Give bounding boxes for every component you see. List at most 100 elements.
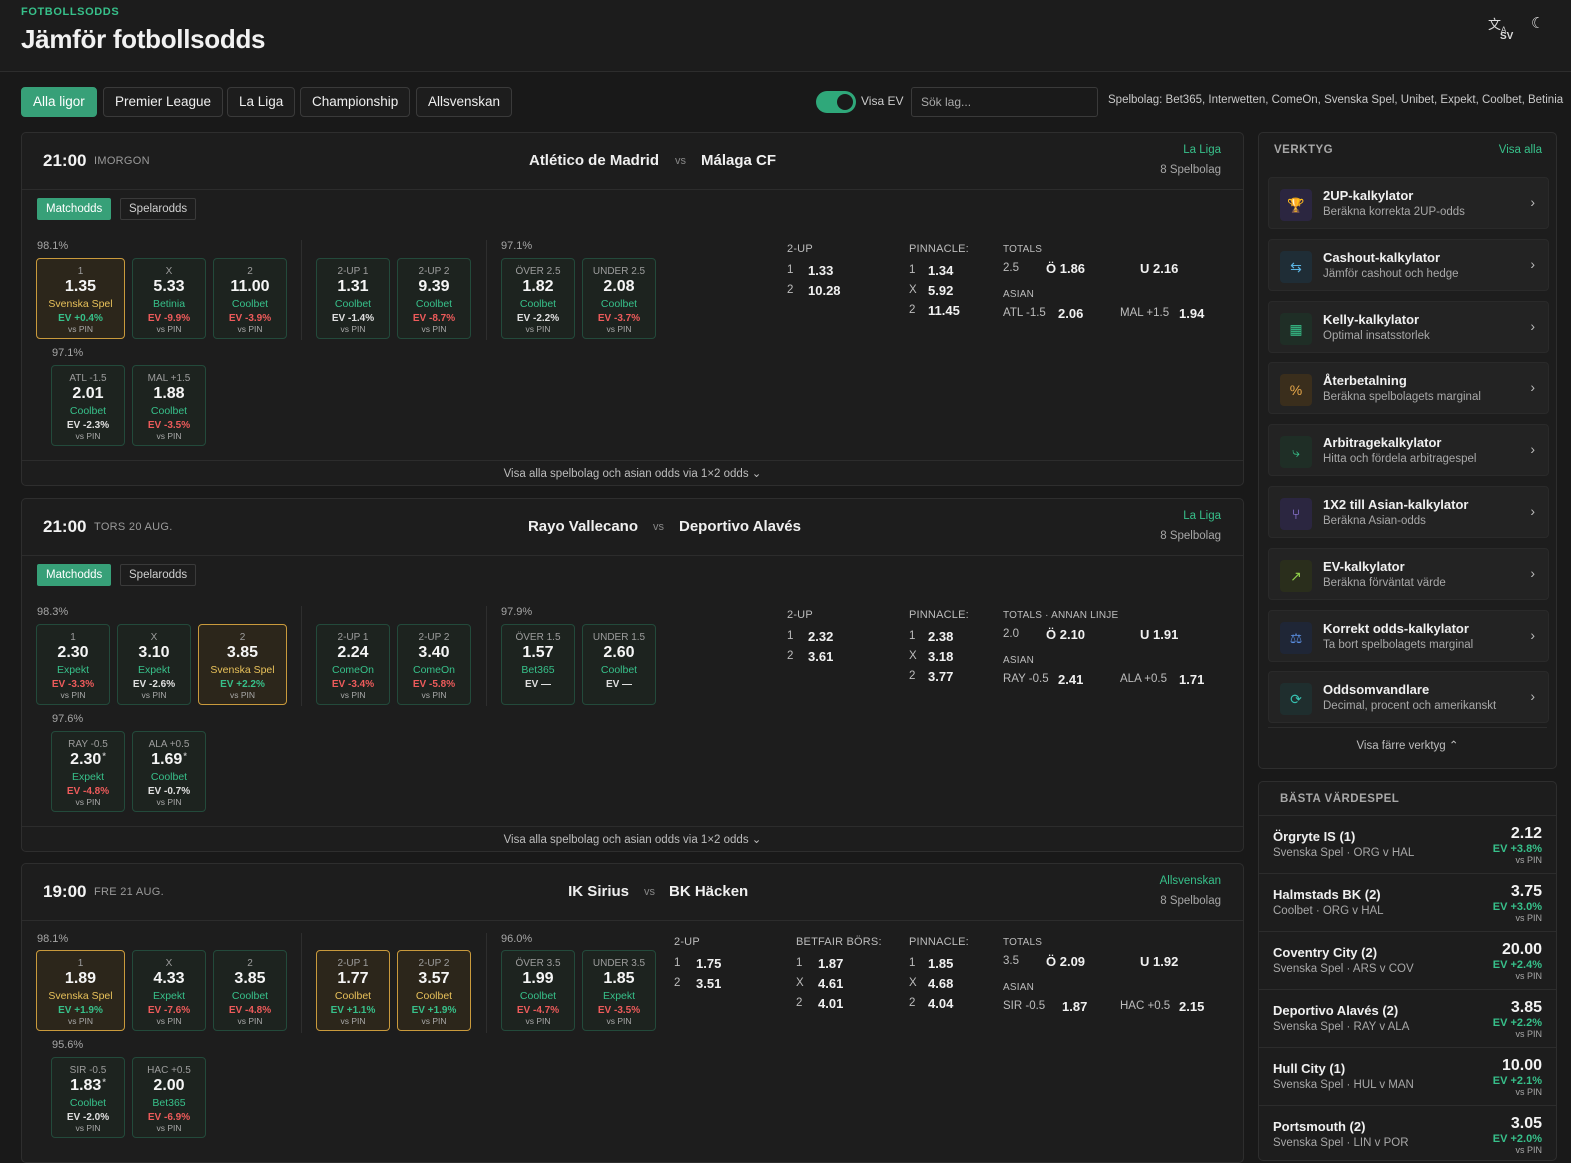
odds-box-2up-home[interactable]: 2-UP 1 2.24 ComeOn EV -3.4% vs PIN (316, 624, 390, 705)
league-filter-all[interactable]: Alla ligor (21, 87, 97, 117)
margin-totals: 96.0% (501, 933, 533, 945)
tab-match-odds[interactable]: Matchodds (37, 564, 112, 586)
show-fewer-tools-link[interactable]: Visa färre verktyg ⌃ (1259, 738, 1556, 752)
pinnacle-heading: PINNACLE: (909, 243, 969, 255)
odds-box-away[interactable]: 2 11.00 Coolbet EV -3.9% vs PIN (213, 258, 287, 339)
row-key: 2 (787, 650, 794, 662)
odds-box-under[interactable]: UNDER 3.5 1.85 Expekt EV -3.5% vs PIN (582, 950, 656, 1031)
twoup-home-odd: 1.75 (696, 956, 722, 971)
percent-icon: % (1280, 374, 1312, 407)
team-search-input[interactable] (911, 87, 1098, 117)
league-link[interactable]: La Liga (1183, 510, 1221, 522)
odds-box-2up-home[interactable]: 2-UP 1 1.31 Coolbet EV -1.4% vs PIN (316, 258, 390, 339)
betfair-away: 4.01 (818, 996, 844, 1011)
value-bet-odd: 20.00 (1501, 941, 1542, 958)
value-bet-source: Svenska Spel · ORG v HAL (1273, 847, 1415, 859)
value-bet-row[interactable]: Halmstads BK (2) Coolbet · ORG v HAL 3.75 E… (1259, 873, 1556, 931)
asian-heading: ASIAN (1003, 655, 1035, 666)
value-bet-row[interactable]: Coventry City (2) Svenska Spel · ARS v CO… (1259, 931, 1556, 989)
value-bet-row[interactable]: Portsmouth (2) Svenska Spel · LIN v POR 3.… (1259, 1105, 1556, 1160)
odds-box-asian-away[interactable]: MAL +1.5 1.88 Coolbet EV -3.5% vs PIN (132, 365, 206, 446)
away-team: BK Häcken (669, 883, 749, 900)
tool-ev-kalkylator[interactable]: ↗ EV-kalkylator Beräkna förväntat värde › (1268, 547, 1549, 600)
tool-description: Beräkna Asian-odds (1323, 515, 1426, 527)
value-bet-source: Svenska Spel · RAY v ALA (1273, 1021, 1410, 1033)
tool-kelly-kalkylator[interactable]: ▦ Kelly-kalkylator Optimal insatsstorlek › (1268, 300, 1549, 353)
show-all-tools-link[interactable]: Visa alla (1499, 144, 1542, 156)
odds-box-home[interactable]: 1 1.89 Svenska Spel EV +1.9% vs PIN (36, 950, 125, 1031)
tool-arbitragekalkylator[interactable]: ⤷ Arbitragekalkylator Hitta och fördela ar… (1268, 424, 1549, 477)
betfair-draw: 4.61 (818, 976, 844, 991)
asian-home-odd: 2.06 (1058, 306, 1084, 321)
value-bet-odd: 3.05 (1510, 1115, 1542, 1132)
expand-bookmakers-link[interactable]: Visa alla spelbolag och asian odds via 1… (22, 826, 1243, 851)
value-bet-vs-pin: vs PIN (1515, 855, 1542, 865)
swap-arrows-icon: ⇆ (1280, 250, 1312, 283)
tool-1x2-till-asian-kalkylator[interactable]: ⑂ 1X2 till Asian-kalkylator Beräkna Asian-… (1268, 486, 1549, 538)
league-filter-championship[interactable]: Championship (300, 87, 411, 117)
expand-bookmakers-link[interactable]: Visa alla spelbolag och asian odds via 1… (22, 460, 1243, 485)
bookmaker-count: 8 Spelbolag (1160, 530, 1221, 542)
trend-up-icon: ↗ (1280, 559, 1312, 592)
match-time: 21:00 (43, 151, 87, 170)
tool-description: Jämför cashout och hedge (1323, 267, 1459, 280)
league-filter-premier-league[interactable]: Premier League (103, 87, 224, 117)
tool-cashout-kalkylator[interactable]: ⇆ Cashout-kalkylator Jämför cashout och he… (1268, 238, 1549, 291)
odds-box-draw[interactable]: X 5.33 Betinia EV -9.9% vs PIN (132, 258, 206, 339)
tool-oddsomvandlare[interactable]: ⟳ Oddsomvandlare Decimal, procent och amer… (1268, 671, 1549, 724)
odds-box-2up-away[interactable]: 2-UP 2 3.57 Coolbet EV +1.9% vs PIN (397, 950, 471, 1031)
divider (486, 240, 487, 340)
tool-återbetalning[interactable]: % Återbetalning Beräkna spelbolagets margi… (1268, 362, 1549, 415)
league-link[interactable]: Allsvenskan (1160, 875, 1221, 887)
tab-player-odds[interactable]: Spelarodds (120, 198, 197, 220)
odds-box-asian-away[interactable]: HAC +0.5 2.00 Bet365 EV -6.9% vs PIN (132, 1057, 206, 1138)
tab-match-odds[interactable]: Matchodds (37, 198, 112, 220)
asian-away-odd: 2.15 (1179, 999, 1205, 1014)
tab-player-odds[interactable]: Spelarodds (120, 564, 197, 586)
moon-icon[interactable]: ☾ (1531, 14, 1544, 32)
odds-box-draw[interactable]: X 4.33 Expekt EV -7.6% vs PIN (132, 950, 206, 1031)
value-bet-row[interactable]: Örgryte IS (1) Svenska Spel · ORG v HAL 2.… (1259, 815, 1556, 873)
odds-box-over[interactable]: ÖVER 1.5 1.57 Bet365 EV — (501, 624, 575, 705)
league-link[interactable]: La Liga (1183, 144, 1221, 156)
odds-box-2up-home[interactable]: 2-UP 1 1.77 Coolbet EV +1.1% vs PIN (316, 950, 390, 1031)
match-header: 21:00 TORS 20 AUG. Rayo Vallecano vs Dep… (22, 499, 1243, 556)
value-bet-odd: 2.12 (1510, 825, 1542, 842)
odds-box-under[interactable]: UNDER 2.5 2.08 Coolbet EV -3.7% vs PIN (582, 258, 656, 339)
margin-totals: 97.9% (501, 606, 533, 618)
odds-box-2up-away[interactable]: 2-UP 2 3.40 ComeOn EV -5.8% vs PIN (397, 624, 471, 705)
totals-over: Ö 1.86 (1046, 261, 1086, 276)
asian-away-odd: 1.94 (1179, 306, 1205, 321)
odds-box-away[interactable]: 2 3.85 Coolbet EV -4.8% vs PIN (213, 950, 287, 1031)
odds-box-asian-away[interactable]: ALA +0.5 1.69* Coolbet EV -0.7% vs PIN (132, 731, 206, 812)
odds-box-asian-home[interactable]: ATL -1.5 2.01 Coolbet EV -2.3% vs PIN (51, 365, 125, 446)
row-key: 1 (909, 630, 916, 642)
value-bet-row[interactable]: Deportivo Alavés (2) Svenska Spel · RAY v… (1259, 989, 1556, 1047)
asian-away-label: ALA +0.5 (1120, 673, 1167, 685)
tool-description: Hitta och fördela arbitragespel (1323, 453, 1477, 466)
tool-name: Arbitragekalkylator (1323, 435, 1442, 451)
odds-box-home[interactable]: 1 2.30 Expekt EV -3.3% vs PIN (36, 624, 110, 705)
tool-2up-kalkylator[interactable]: 🏆 2UP-kalkylator Beräkna korrekta 2UP-odds… (1268, 177, 1549, 229)
vs-label: vs (644, 886, 655, 898)
league-filter-allsvenskan[interactable]: Allsvenskan (416, 87, 513, 117)
odds-box-asian-home[interactable]: SIR -0.5 1.83* Coolbet EV -2.0% vs PIN (51, 1057, 125, 1138)
league-filter-la-liga[interactable]: La Liga (227, 87, 296, 117)
translate-icon[interactable]: 文A SV (1488, 14, 1516, 44)
tool-korrekt-odds-kalkylator[interactable]: ⚖ Korrekt odds-kalkylator Ta bort spelbola… (1268, 609, 1549, 662)
odds-box-draw[interactable]: X 3.10 Expekt EV -2.6% vs PIN (117, 624, 191, 705)
pinnacle-heading: PINNACLE: (909, 936, 969, 948)
row-key: 1 (909, 957, 916, 969)
odds-box-over[interactable]: ÖVER 3.5 1.99 Coolbet EV -4.7% vs PIN (501, 950, 575, 1031)
odds-box-under[interactable]: UNDER 1.5 2.60 Coolbet EV — (582, 624, 656, 705)
odds-box-asian-home[interactable]: RAY -0.5 2.30* Expekt EV -4.8% vs PIN (51, 731, 125, 812)
value-bet-row[interactable]: Hull City (1) Svenska Spel · HUL v MAN 10.… (1259, 1047, 1556, 1105)
odds-box-home[interactable]: 1 1.35 Svenska Spel EV +0.4% vs PIN (36, 258, 125, 339)
ev-toggle[interactable] (816, 91, 856, 113)
chevron-right-icon: › (1530, 194, 1535, 210)
odds-box-away[interactable]: 2 3.85 Svenska Spel EV +2.2% vs PIN (198, 624, 287, 705)
odds-box-over[interactable]: ÖVER 2.5 1.82 Coolbet EV -2.2% vs PIN (501, 258, 575, 339)
odds-box-2up-away[interactable]: 2-UP 2 9.39 Coolbet EV -8.7% vs PIN (397, 258, 471, 339)
filter-bar: Alla ligor Premier League La Liga Champi… (21, 87, 1563, 117)
value-bet-team: Hull City (1) (1273, 1061, 1346, 1076)
